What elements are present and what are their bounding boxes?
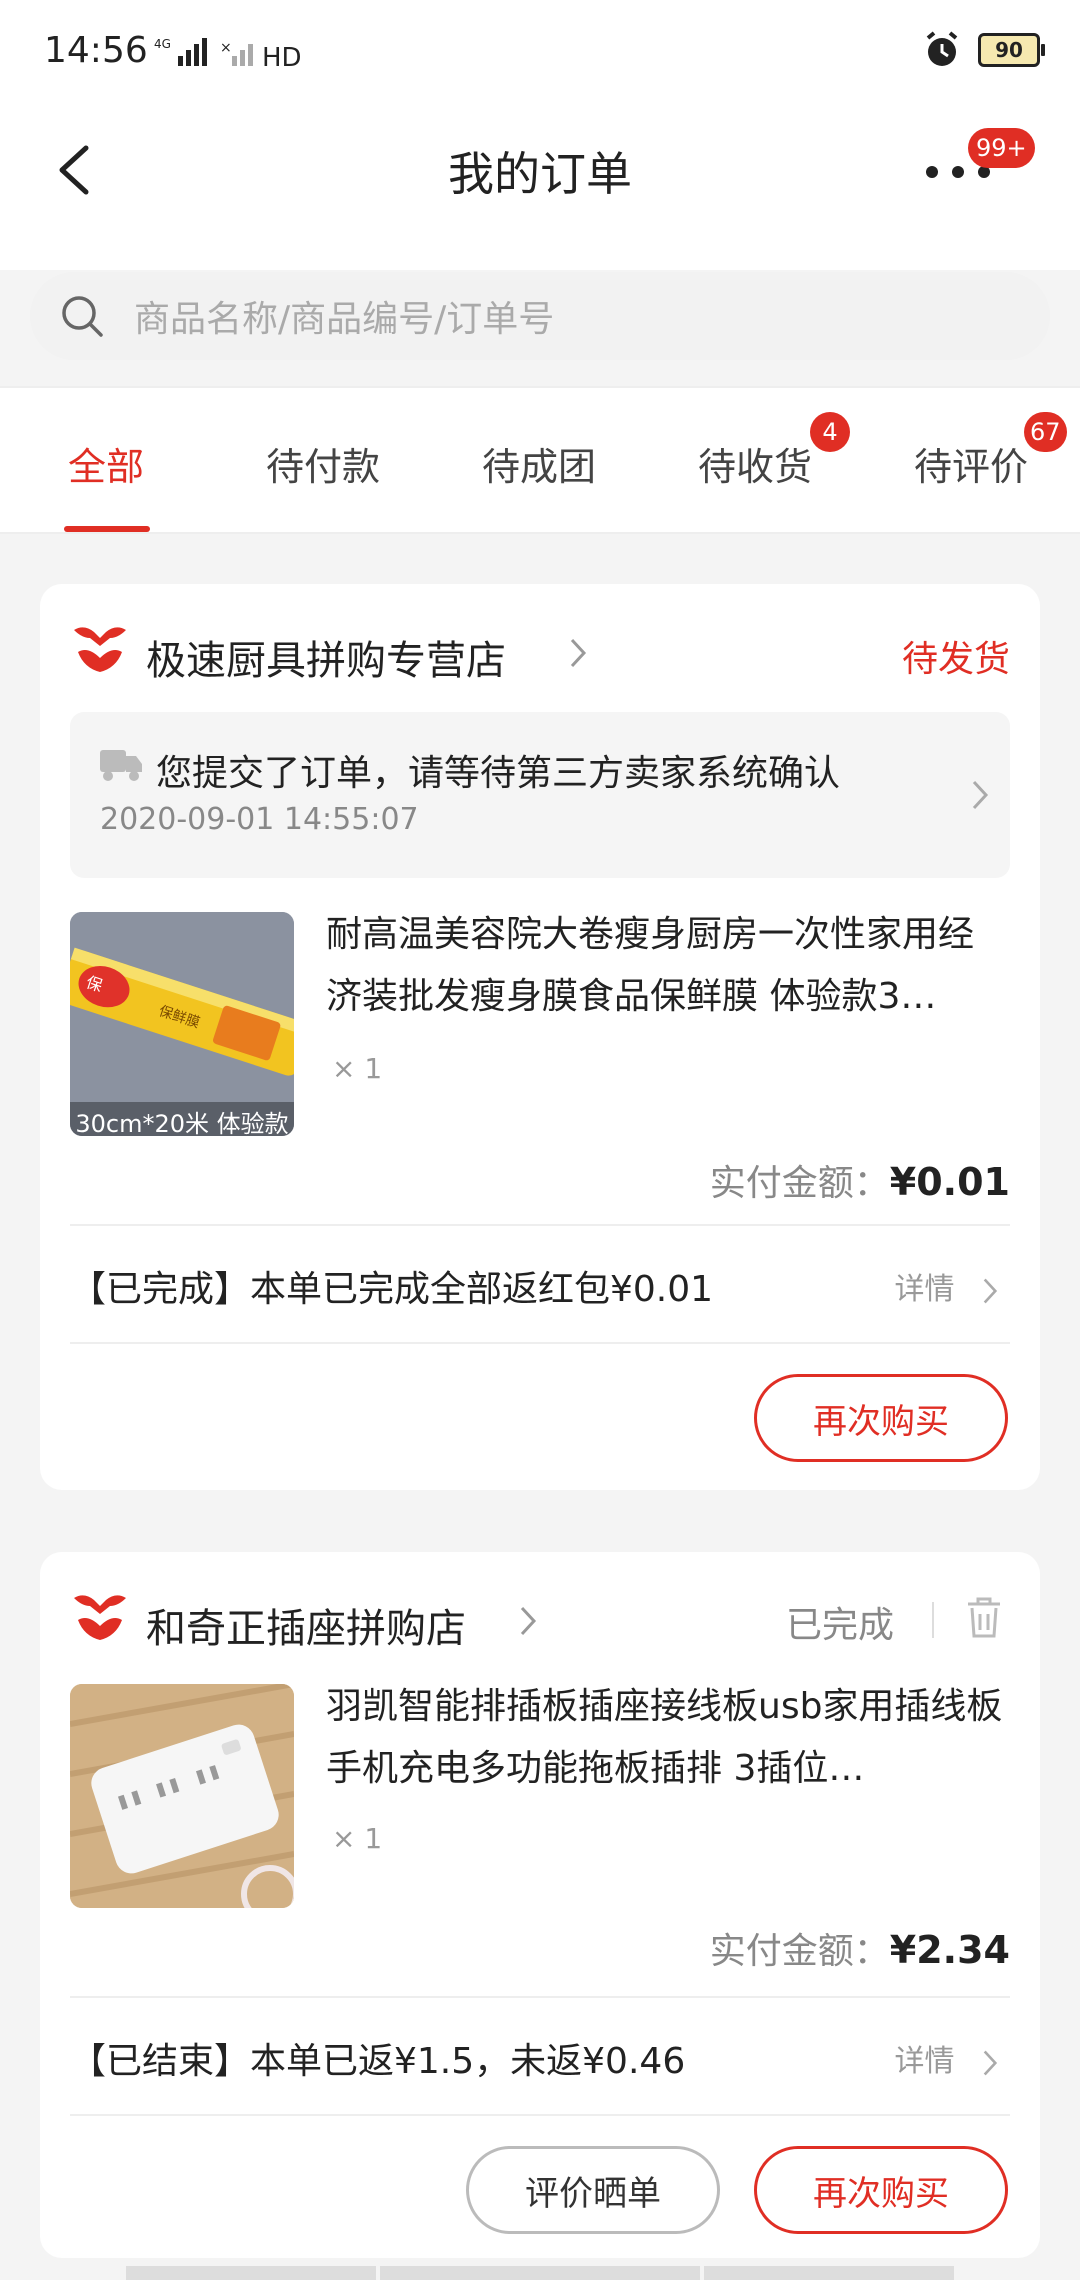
payment-value: ¥0.01	[889, 1160, 1010, 1204]
svg-text:HD: HD	[262, 43, 300, 70]
search-icon	[62, 296, 103, 337]
status-time: 14:56	[44, 30, 148, 71]
network-indicator: 4G × HD	[150, 34, 302, 75]
alarm-icon	[926, 31, 958, 66]
order-card: 和奇正插座拼购店 已完成 羽凯智能排插板插座接线板usb家用插线板手机充电多功能…	[40, 1552, 1040, 2258]
divider	[70, 1996, 1010, 1998]
divider	[70, 1342, 1010, 1344]
product-thumbnail[interactable]	[70, 1684, 294, 1908]
buy-again-button[interactable]: 再次购买	[754, 2146, 1008, 2234]
tab-pending-payment[interactable]: 待付款	[266, 436, 380, 491]
order-tabs: 全部 待付款 待成团 待收货 4 待评价 67	[0, 386, 1080, 534]
status-right: 90	[922, 30, 1045, 70]
status-bar: 14:56 4G × HD 90	[0, 0, 1080, 100]
svg-text:4G: 4G	[154, 37, 171, 51]
review-button[interactable]: 评价晒单	[466, 2146, 720, 2234]
detail-link[interactable]: 详情	[894, 2036, 1000, 2080]
more-dot-icon	[952, 166, 964, 178]
payment-amount: 实付金额：¥0.01	[710, 1154, 1010, 1206]
product-thumbnail[interactable]: 保 保鲜膜 30cm*20米 体验款	[70, 912, 294, 1136]
payment-label: 实付金额：	[709, 1931, 890, 1972]
signal-icon: 4G × HD	[154, 37, 302, 73]
wrap-roll-image: 保 保鲜膜	[70, 912, 294, 1136]
order-status: 已完成	[786, 1605, 895, 1646]
tab-active-indicator	[64, 526, 150, 532]
tab-pending-group[interactable]: 待成团	[482, 436, 596, 491]
more-badge: 99+	[968, 128, 1035, 168]
chevron-right-icon	[983, 2050, 998, 2075]
chevron-right-icon	[570, 638, 587, 668]
search-input[interactable]: 商品名称/商品编号/订单号	[134, 290, 554, 342]
order-card: 极速厨具拼购专营店 待发货 您提交了订单，请等待第三方卖家系统确认 2020-0…	[40, 584, 1040, 1490]
payment-label: 实付金额：	[709, 1163, 890, 1204]
divider	[70, 2114, 1010, 2116]
notice-text: 您提交了订单，请等待第三方卖家系统确认	[156, 753, 841, 794]
svg-text:×: ×	[220, 40, 232, 56]
bottom-bar	[380, 2266, 700, 2280]
notice-time: 2020-09-01 14:55:07	[100, 802, 419, 837]
tab-pending-receipt[interactable]: 待收货	[698, 436, 812, 491]
product-quantity: × 1	[332, 1822, 383, 1855]
divider	[932, 1602, 934, 1638]
search-bar[interactable]: 商品名称/商品编号/订单号	[30, 272, 1050, 360]
shop-logo-icon	[74, 1595, 126, 1640]
shop-name[interactable]: 和奇正插座拼购店	[146, 1596, 466, 1654]
product-quantity: × 1	[332, 1052, 383, 1085]
thumb-caption: 30cm*20米 体验款	[75, 1110, 289, 1136]
more-dot-icon	[926, 166, 938, 178]
order-notice[interactable]: 您提交了订单，请等待第三方卖家系统确认 2020-09-01 14:55:07	[70, 712, 1010, 878]
shop-name[interactable]: 极速厨具拼购专营店	[146, 628, 506, 686]
tab-all[interactable]: 全部	[68, 436, 144, 491]
power-strip-image	[70, 1684, 294, 1908]
tab-pending-review[interactable]: 待评价	[914, 436, 1028, 491]
truck-icon	[100, 750, 142, 781]
tab-badge: 67	[1024, 412, 1067, 452]
chevron-right-icon	[520, 1606, 537, 1636]
chevron-right-icon	[983, 1278, 998, 1303]
chevron-right-icon	[972, 780, 989, 810]
product-title[interactable]: 羽凯智能排插板插座接线板usb家用插线板手机充电多功能拖板插排 3插位…	[326, 1676, 1006, 1800]
refund-status: 【已结束】本单已返¥1.5，未返¥0.46	[70, 2041, 686, 2082]
shop-logo-icon	[74, 627, 126, 672]
payment-amount: 实付金额：¥2.34	[710, 1922, 1010, 1974]
buy-again-button[interactable]: 再次购买	[754, 1374, 1008, 1462]
refund-status: 【已完成】本单已完成全部返红包¥0.01	[70, 1269, 714, 1310]
product-title[interactable]: 耐高温美容院大卷瘦身厨房一次性家用经济装批发瘦身膜食品保鲜膜 体验款3…	[326, 904, 1006, 1028]
battery-icon: 90	[978, 33, 1045, 67]
divider	[70, 1224, 1010, 1226]
bottom-bar	[126, 2266, 376, 2280]
delete-icon[interactable]	[964, 1596, 1004, 1640]
detail-label: 详情	[894, 1272, 955, 1307]
payment-value: ¥2.34	[889, 1928, 1010, 1972]
bottom-bar	[704, 2266, 954, 2280]
nav-bar: 我的订单 99+	[0, 100, 1080, 270]
detail-link[interactable]: 详情	[894, 1264, 1000, 1308]
tab-badge: 4	[810, 412, 850, 452]
detail-label: 详情	[894, 2044, 955, 2079]
order-status: 待发货	[901, 639, 1010, 680]
